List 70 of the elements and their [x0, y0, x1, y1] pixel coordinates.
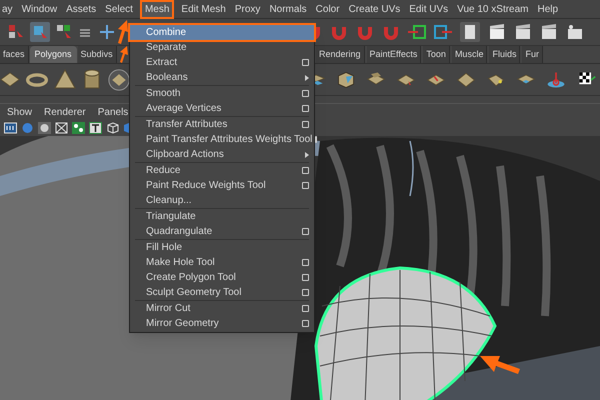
menu-item[interactable]: Transfer Attributes	[130, 117, 314, 132]
menu-item[interactable]: Quadrangulate	[130, 224, 314, 239]
input-output-icon[interactable]	[434, 23, 452, 41]
menu-item[interactable]: Vue 10 xStream	[455, 0, 531, 18]
clapperboard-icon[interactable]	[566, 23, 584, 41]
submenu-arrow-icon	[305, 152, 309, 158]
film-icon[interactable]	[4, 122, 17, 134]
menu-item[interactable]: Separate	[130, 40, 314, 55]
menu-item[interactable]: Clipboard Actions	[130, 147, 314, 162]
panel-menu-item[interactable]: Show	[7, 104, 32, 120]
select-tool-icon[interactable]	[8, 24, 24, 40]
submenu-arrow-icon	[305, 74, 309, 80]
shelf-tab[interactable]: Toon	[423, 46, 450, 63]
menu-item[interactable]: Make Hole Tool	[130, 255, 314, 270]
menu-item[interactable]: Mesh	[140, 0, 174, 18]
tiles-icon[interactable]	[108, 68, 130, 90]
menu-item[interactable]: Proxy	[232, 0, 262, 18]
menu-item[interactable]: Extract	[130, 55, 314, 70]
menu-item[interactable]: Edit Mesh	[179, 0, 228, 18]
menu-item[interactable]: Create UVs	[346, 0, 402, 18]
menu-item[interactable]: Window	[20, 0, 60, 18]
menu-item[interactable]: Edit UVs	[407, 0, 450, 18]
menu-item[interactable]: Help	[536, 0, 560, 18]
menu-item[interactable]: Fill Hole	[130, 240, 314, 255]
menu-item[interactable]: Color	[314, 0, 342, 18]
arrow	[119, 46, 129, 63]
clapperboard-icon[interactable]	[488, 23, 506, 41]
grid-icon[interactable]	[55, 122, 68, 134]
arrow	[117, 20, 129, 44]
menu-item[interactable]: Average Vertices	[130, 101, 314, 116]
menu-item[interactable]: Sculpt Geometry Tool	[130, 285, 314, 300]
shelf-tab[interactable]: Muscle	[452, 46, 488, 63]
menu-item[interactable]: Combine	[130, 25, 314, 40]
menu-item[interactable]: Normals	[267, 0, 309, 18]
menu-item[interactable]: Cleanup...	[130, 193, 314, 208]
menu-item[interactable]: Paint Reduce Weights Tool	[130, 178, 314, 193]
text-icon[interactable]	[89, 122, 102, 134]
document-icon[interactable]	[460, 22, 480, 42]
torus-icon[interactable]	[26, 72, 48, 88]
shelf-tab[interactable]: faces	[0, 46, 29, 63]
menu-item[interactable]: ay	[0, 0, 15, 18]
menu-item[interactable]: Paint Transfer Attributes Weights Tool	[130, 132, 314, 147]
shelf-tab[interactable]: PaintEffects	[366, 46, 422, 63]
menu-item[interactable]: Smooth	[130, 86, 314, 101]
shelf-tab[interactable]: Subdivs	[78, 46, 117, 63]
panel-menu-item[interactable]: Renderer	[44, 104, 86, 120]
shelf-tab[interactable]: Fur	[522, 46, 543, 63]
circle-icon[interactable]	[38, 122, 51, 134]
panel-menu-item[interactable]: Panels	[98, 104, 128, 120]
wireframe-cube-icon[interactable]	[106, 122, 119, 134]
select-tool-icon[interactable]	[56, 24, 72, 40]
menu-item[interactable]: Triangulate	[130, 209, 314, 224]
clapperboard-icon[interactable]	[540, 23, 558, 41]
curve-drawing	[409, 140, 414, 196]
shelf-tab[interactable]: Rendering	[316, 46, 365, 63]
menu-item[interactable]: Select	[103, 0, 135, 18]
input-output-icon[interactable]	[408, 23, 426, 41]
menu-item[interactable]: Booleans	[130, 70, 314, 85]
nodes-icon[interactable]	[72, 122, 85, 134]
cylinder-icon[interactable]	[82, 68, 102, 90]
tiles-icon[interactable]	[0, 71, 20, 88]
move-tool-icon[interactable]	[98, 23, 116, 41]
menu-item[interactable]: Create Polygon Tool	[130, 270, 314, 285]
shelf-tab[interactable]: Fluids	[489, 46, 520, 63]
menu-item[interactable]: Mirror Cut	[130, 301, 314, 316]
menu-item[interactable]: Reduce	[130, 163, 314, 178]
clapperboard-icon[interactable]	[514, 23, 532, 41]
menu-item[interactable]: Mirror Geometry	[130, 316, 314, 331]
menu-item[interactable]: Assets	[64, 0, 98, 18]
shelf-tab[interactable]: Polygons	[30, 46, 77, 63]
